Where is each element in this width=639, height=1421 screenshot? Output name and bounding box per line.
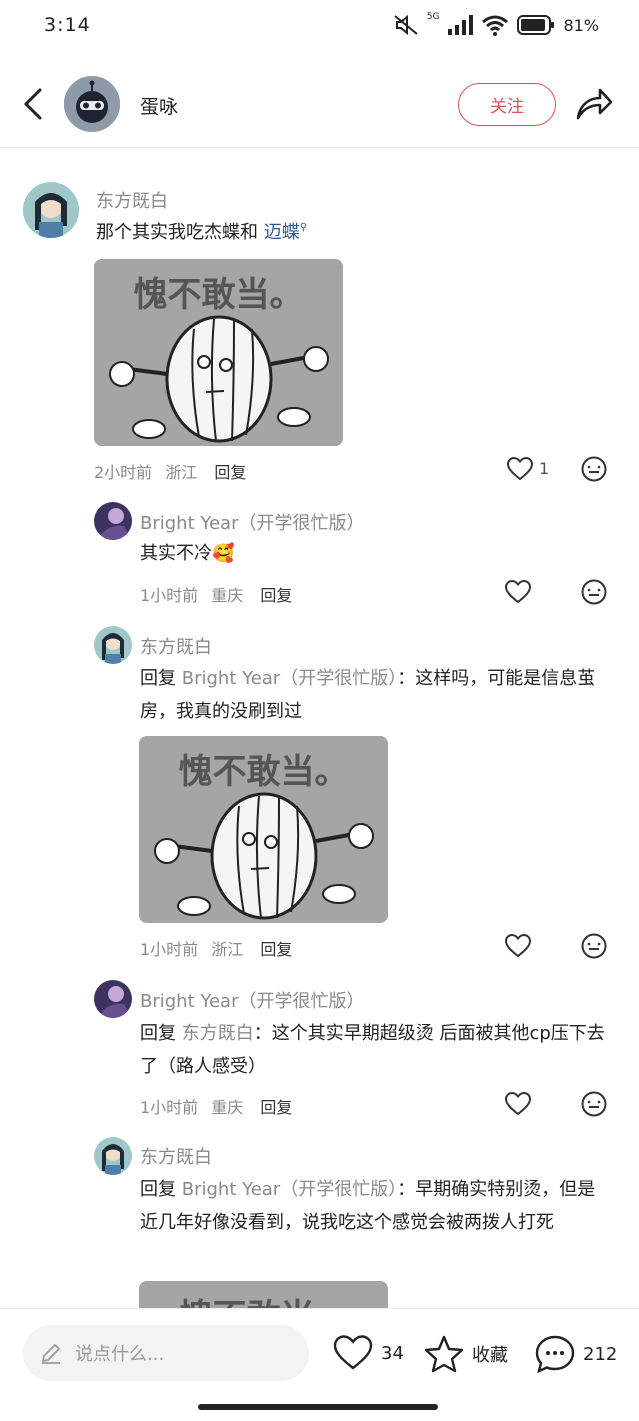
- reply-button[interactable]: 回复: [260, 1098, 292, 1117]
- comment-location: 浙江: [165, 463, 198, 482]
- bottom-bar: 说点什么... 34 收藏 212: [0, 1308, 639, 1421]
- comment-meta: 1小时前 重庆 回复: [140, 582, 292, 606]
- like-count: 1: [539, 459, 550, 478]
- comment-meta: 1小时前 重庆 回复: [140, 1094, 292, 1118]
- follow-button[interactable]: 关注: [458, 83, 556, 126]
- avatar[interactable]: [94, 1137, 132, 1175]
- comment-author[interactable]: 东方既白: [140, 1143, 212, 1169]
- comment-author[interactable]: Bright Year（开学很忙版）: [140, 509, 364, 535]
- pencil-icon: [42, 1344, 60, 1364]
- comment-location: 重庆: [211, 1098, 244, 1117]
- comment-icon: [535, 1335, 575, 1373]
- more-icon[interactable]: [581, 1091, 607, 1117]
- status-bar: 3:14 5G 81%: [0, 0, 639, 56]
- author-name[interactable]: 蛋咏: [140, 92, 178, 119]
- avatar[interactable]: [23, 182, 79, 238]
- comment-meta: 2小时前 浙江 回复: [94, 459, 246, 483]
- heart-icon: [333, 1335, 373, 1370]
- meme-caption: 愧不敢当。: [178, 752, 349, 792]
- comment-text: 那个其实我吃杰蝶和 迈蝶⚲: [96, 222, 308, 243]
- back-icon[interactable]: [18, 84, 48, 124]
- comment-text: 回复 东方既白：这个其实早期超级烫 后面被其他cp压下去了（路人感受）: [140, 1023, 605, 1077]
- heart-icon[interactable]: [507, 457, 533, 481]
- battery-percent: 81%: [563, 15, 599, 35]
- meme-image[interactable]: 愧不敢当。: [94, 259, 343, 446]
- home-indicator[interactable]: [198, 1404, 438, 1410]
- comment-input[interactable]: 说点什么...: [23, 1325, 309, 1381]
- heart-icon[interactable]: [505, 934, 531, 958]
- comment-author[interactable]: 东方既白: [96, 187, 168, 213]
- comment-time: 2小时前: [94, 463, 153, 482]
- wifi-icon: [482, 15, 509, 36]
- meme-image[interactable]: 愧不敢当。: [139, 1281, 388, 1310]
- comment-text: 回复 Bright Year（开学很忙版）：早期确实特别烫，但是近几年好像没看到…: [140, 1179, 596, 1233]
- reply-target[interactable]: Bright Year（开学很忙版）: [182, 668, 397, 689]
- comment-location: 重庆: [211, 586, 244, 605]
- meme-caption: 愧不敢当。: [139, 1289, 388, 1310]
- share-icon[interactable]: [574, 84, 614, 124]
- network-label: 5G: [426, 12, 440, 22]
- more-icon[interactable]: [581, 933, 607, 959]
- avatar[interactable]: [94, 626, 132, 664]
- comment: 东方既白 那个其实我吃杰蝶和 迈蝶⚲ 愧不敢当。 2小时前 浙江 回复 1: [0, 150, 639, 500]
- status-time: 3:14: [44, 14, 91, 36]
- reply-button[interactable]: 回复: [260, 940, 292, 959]
- more-icon[interactable]: [581, 456, 607, 482]
- comment: Bright Year（开学很忙版） 其实不冷🥰 1小时前 重庆 回复: [0, 500, 639, 620]
- star-icon: [424, 1335, 464, 1373]
- author-avatar[interactable]: [64, 76, 120, 132]
- meme-caption: 愧不敢当。: [133, 275, 304, 315]
- comment: Bright Year（开学很忙版） 回复 东方既白：这个其实早期超级烫 后面被…: [0, 980, 639, 1130]
- comment-author[interactable]: 东方既白: [140, 633, 212, 659]
- meme-image[interactable]: 愧不敢当。: [139, 736, 388, 923]
- comment-total: 212: [583, 1343, 618, 1365]
- heart-icon[interactable]: [505, 580, 531, 604]
- avatar[interactable]: [94, 502, 132, 540]
- heart-icon[interactable]: [505, 1092, 531, 1116]
- comment-author[interactable]: Bright Year（开学很忙版）: [140, 987, 364, 1013]
- comment: 东方既白 回复 Bright Year（开学很忙版）：早期确实特别烫，但是近几年…: [0, 1135, 639, 1310]
- like-total: 34: [381, 1342, 404, 1364]
- comment-time: 1小时前: [140, 1098, 199, 1117]
- like-button[interactable]: 34: [333, 1335, 404, 1371]
- comment-time: 1小时前: [140, 586, 199, 605]
- header: 蛋咏 关注: [0, 60, 639, 148]
- comment-placeholder: 说点什么...: [75, 1344, 165, 1365]
- comment-text: 回复 Bright Year（开学很忙版）：这样吗，可能是信息茧房，我真的没刷到…: [140, 668, 596, 722]
- reply-target[interactable]: 东方既白: [182, 1023, 254, 1044]
- comment-meta: 1小时前 浙江 回复: [140, 936, 292, 960]
- topic-link[interactable]: 迈蝶: [264, 222, 300, 243]
- status-icons: 5G 81%: [393, 12, 599, 36]
- search-icon: ⚲: [299, 222, 308, 233]
- reply-button[interactable]: 回复: [260, 586, 292, 605]
- signal-icon: [448, 15, 474, 35]
- comment-location: 浙江: [211, 940, 244, 959]
- emoji: 🥰: [212, 543, 235, 564]
- comment-feed[interactable]: 东方既白 那个其实我吃杰蝶和 迈蝶⚲ 愧不敢当。 2小时前 浙江 回复 1 Br…: [0, 150, 639, 1310]
- favorite-button[interactable]: 收藏: [424, 1335, 508, 1373]
- mute-icon: [394, 14, 418, 36]
- comment-text: 其实不冷🥰: [140, 543, 235, 564]
- comments-button[interactable]: 212: [535, 1335, 617, 1373]
- more-icon[interactable]: [581, 579, 607, 605]
- comment: 东方既白 回复 Bright Year（开学很忙版）：这样吗，可能是信息茧房，我…: [0, 620, 639, 980]
- favorite-label: 收藏: [472, 1345, 508, 1366]
- reply-button[interactable]: 回复: [214, 463, 246, 482]
- reply-target[interactable]: Bright Year（开学很忙版）: [182, 1179, 397, 1200]
- avatar[interactable]: [94, 980, 132, 1018]
- battery-icon: [517, 15, 555, 35]
- comment-time: 1小时前: [140, 940, 199, 959]
